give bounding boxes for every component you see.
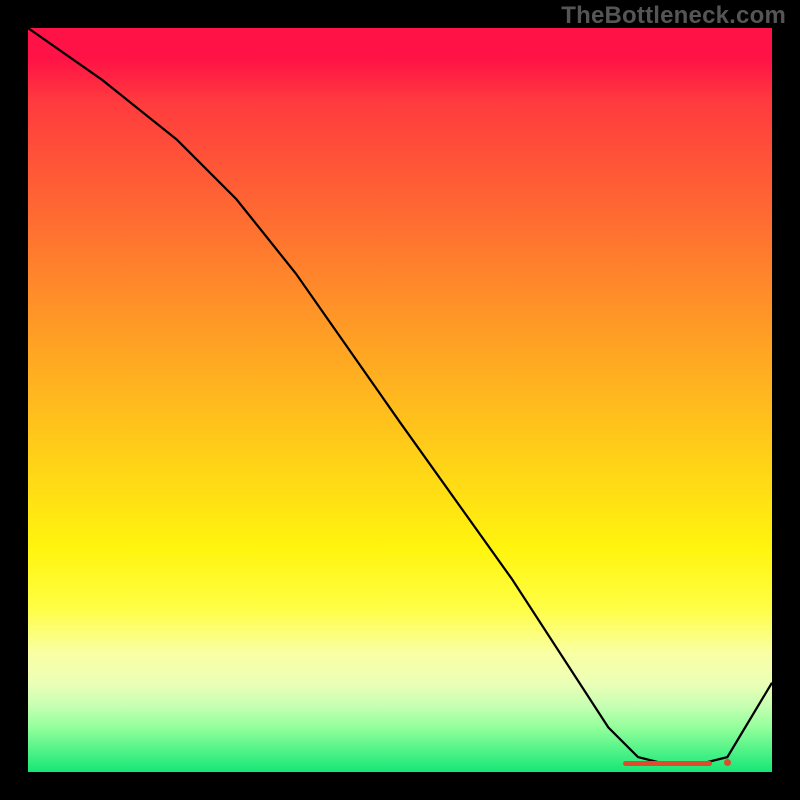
plot-area [28, 28, 772, 772]
chart-frame: TheBottleneck.com [0, 0, 800, 800]
curve-path [28, 28, 772, 765]
valley-dot [724, 759, 731, 766]
watermark-text: TheBottleneck.com [561, 2, 786, 30]
curve-svg [28, 28, 772, 772]
valley-bar [623, 761, 712, 766]
